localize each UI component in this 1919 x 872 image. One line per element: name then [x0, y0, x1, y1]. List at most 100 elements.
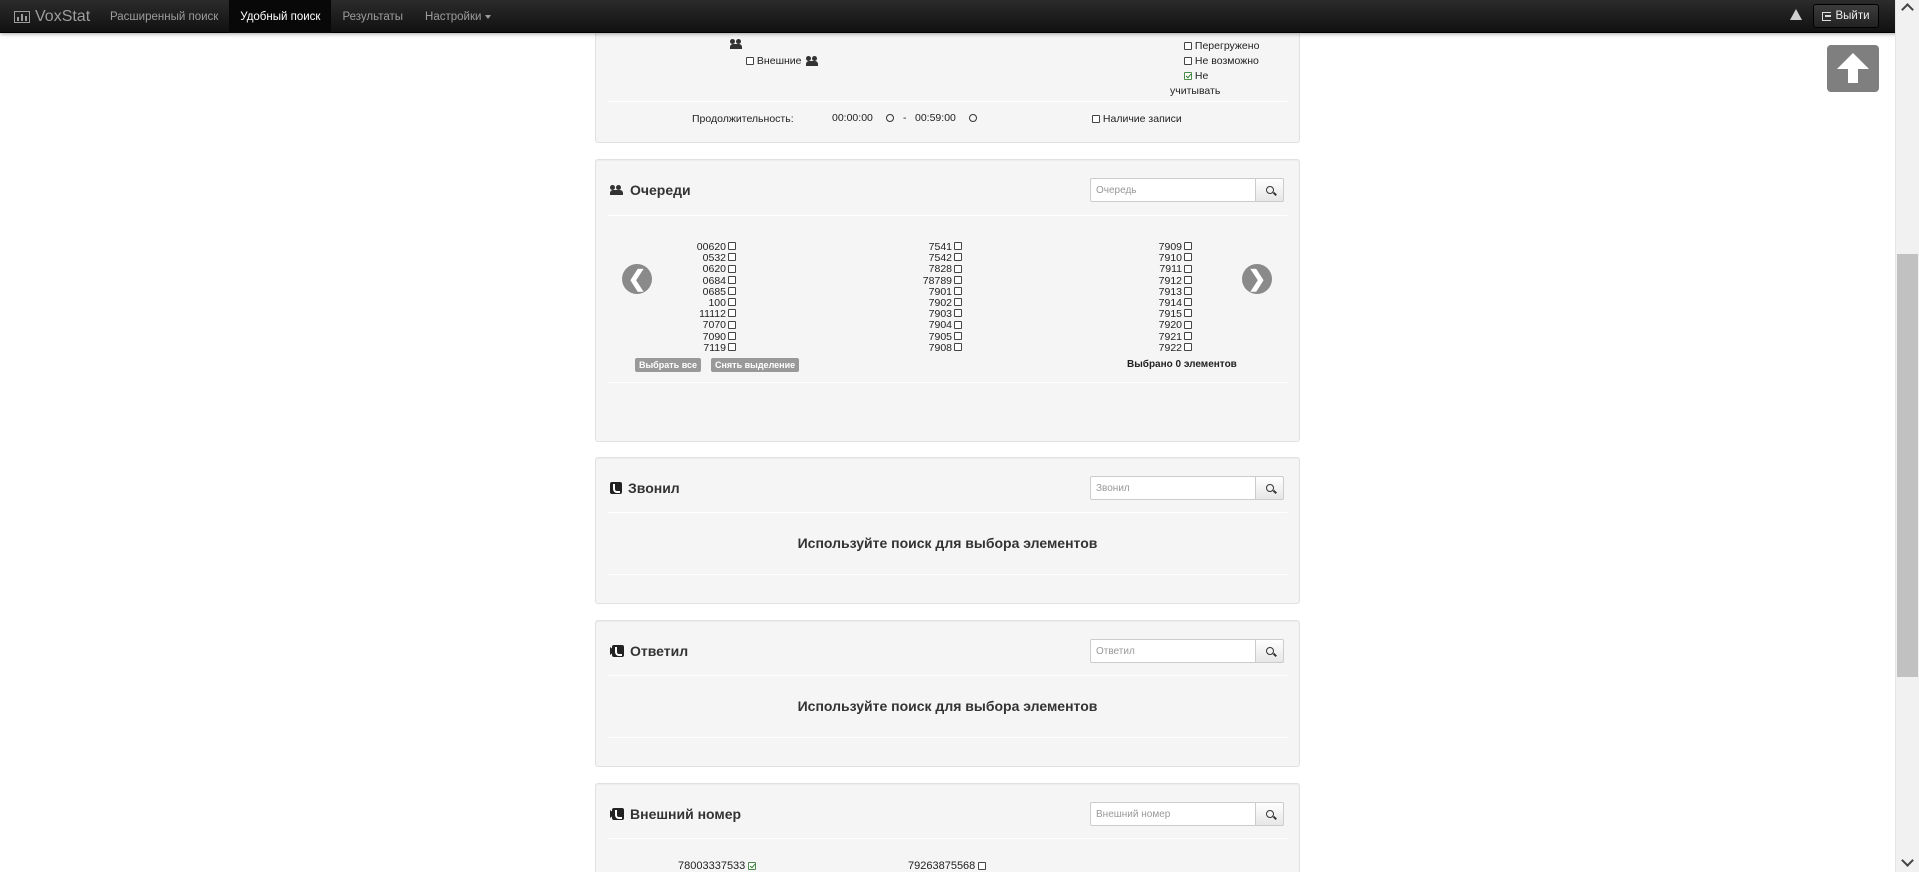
queue-checkbox[interactable]: [1184, 287, 1192, 296]
answered-search-input[interactable]: [1090, 639, 1256, 663]
external-number-search-button[interactable]: [1256, 802, 1284, 826]
queue-checkbox[interactable]: [728, 298, 736, 307]
arrow-up-shaft: [1848, 68, 1858, 83]
queue-item[interactable]: 7922: [1136, 341, 1192, 354]
overloaded-checkbox[interactable]: [1184, 42, 1192, 51]
nav-easy-search[interactable]: Удобный поиск: [229, 0, 332, 33]
queue-item-label: 0620: [702, 263, 726, 276]
queue-search-button[interactable]: [1256, 178, 1284, 202]
external-number-item[interactable]: 79263875568: [908, 860, 987, 872]
queue-checkbox[interactable]: [954, 320, 962, 329]
status-option-label: Не возможно: [1194, 55, 1259, 67]
top-navbar: VoxStat Расширенный поиск Удобный поиск …: [0, 0, 1919, 33]
queue-checkbox[interactable]: [954, 331, 962, 340]
queue-checkbox[interactable]: [954, 287, 962, 296]
divider: [608, 512, 1287, 513]
queue-checkbox[interactable]: [954, 264, 962, 273]
queue-item-label: 7541: [928, 241, 952, 253]
clock-icon[interactable]: [886, 114, 894, 122]
answered-title: Ответил: [610, 643, 688, 659]
back-to-top-button[interactable]: [1827, 45, 1879, 92]
queue-item[interactable]: 7908: [902, 341, 962, 354]
impossible-checkbox[interactable]: [1184, 57, 1192, 66]
bar-chart-icon: [14, 10, 30, 23]
nav-results[interactable]: Результаты: [331, 0, 414, 33]
ignore-checkbox[interactable]: [1184, 72, 1192, 81]
nav-settings-dropdown[interactable]: Настройки: [414, 0, 502, 33]
queue-checkbox[interactable]: [1184, 298, 1192, 307]
queue-item-label: 7909: [1158, 241, 1182, 253]
queues-title: Очереди: [610, 182, 691, 198]
status-option[interactable]: Не возможно: [1184, 55, 1259, 67]
queue-item-label: 7910: [1158, 252, 1182, 265]
queue-item-label: 7908: [928, 341, 952, 354]
status-option[interactable]: Не: [1184, 70, 1208, 82]
external-number-item[interactable]: 78003337533: [678, 860, 757, 872]
scroll-up-arrow-icon[interactable]: [1901, 3, 1914, 16]
queue-checkbox[interactable]: [1184, 275, 1192, 284]
queue-item-label: 7119: [703, 341, 726, 354]
logout-button[interactable]: Выйти: [1813, 4, 1879, 28]
queue-checkbox[interactable]: [728, 264, 736, 273]
status-option-label: Перегружено: [1194, 40, 1260, 52]
queue-checkbox[interactable]: [954, 309, 962, 318]
queue-checkbox[interactable]: [954, 298, 962, 307]
external-number-checkbox[interactable]: [978, 862, 987, 871]
select-all-button[interactable]: Выбрать все: [635, 358, 702, 372]
queue-checkbox[interactable]: [728, 343, 736, 352]
duration-from-input[interactable]: 00:00:00: [832, 112, 873, 124]
scroll-thumb[interactable]: [1897, 254, 1918, 677]
carousel-next-button[interactable]: ❯: [1242, 264, 1272, 294]
queue-checkbox[interactable]: [1184, 309, 1192, 318]
queue-checkbox[interactable]: [1184, 331, 1192, 340]
status-option[interactable]: Перегружено: [1184, 40, 1259, 52]
queue-item[interactable]: 7119: [684, 341, 736, 354]
page-scrollbar[interactable]: [1895, 0, 1919, 872]
queue-checkbox[interactable]: [1184, 320, 1192, 329]
deselect-all-button[interactable]: Снять выделение: [711, 358, 800, 372]
external-number-checkbox[interactable]: [748, 862, 757, 871]
queue-checkbox[interactable]: [728, 331, 736, 340]
external-number-search-input[interactable]: [1090, 802, 1256, 826]
caller-title: Звонил: [610, 480, 680, 496]
external-checkbox[interactable]: [746, 57, 754, 66]
queue-checkbox[interactable]: [728, 309, 736, 318]
clock-icon[interactable]: [969, 114, 977, 122]
queue-checkbox[interactable]: [728, 320, 736, 329]
queue-item-label: 7914: [1158, 297, 1182, 310]
incoming-call-icon: [610, 645, 624, 657]
queue-checkbox[interactable]: [728, 242, 736, 251]
scroll-down-arrow-icon[interactable]: [1901, 854, 1914, 867]
queue-checkbox[interactable]: [728, 275, 736, 284]
queue-checkbox[interactable]: [954, 275, 962, 284]
queue-checkbox[interactable]: [954, 253, 962, 262]
has-record-checkbox[interactable]: [1092, 115, 1100, 124]
nav-advanced-search[interactable]: Расширенный поиск: [99, 0, 229, 33]
caller-search-button[interactable]: [1256, 476, 1284, 500]
queue-search-input[interactable]: [1090, 178, 1256, 202]
queue-checkbox[interactable]: [1184, 253, 1192, 262]
brand-link[interactable]: VoxStat: [14, 0, 90, 33]
queue-checkbox[interactable]: [728, 287, 736, 296]
carousel-prev-button[interactable]: ❮: [622, 264, 652, 294]
queue-checkbox[interactable]: [1184, 264, 1192, 273]
external-number-panel: Внешний номер 78003337533 79263875568: [595, 783, 1300, 872]
caller-search-input[interactable]: [1090, 476, 1256, 500]
queue-item-label: 100: [708, 297, 726, 310]
queue-checkbox[interactable]: [954, 242, 962, 251]
queue-item-label: 00620: [696, 241, 726, 253]
queue-checkbox[interactable]: [1184, 343, 1192, 352]
answered-search: [1090, 639, 1284, 663]
queue-checkbox[interactable]: [728, 253, 736, 262]
queue-item-label: 7920: [1158, 319, 1182, 332]
answered-search-button[interactable]: [1256, 639, 1284, 663]
nav-label: Удобный поиск: [240, 10, 321, 23]
warning-icon[interactable]: [1790, 9, 1802, 20]
queue-checkbox[interactable]: [954, 343, 962, 352]
has-record-filter[interactable]: Наличие записи: [1092, 113, 1182, 125]
external-filter[interactable]: Внешние: [746, 55, 819, 67]
queue-checkbox[interactable]: [1184, 242, 1192, 251]
queue-item-label: 7828: [928, 263, 952, 276]
queue-item-label: 7922: [1158, 341, 1182, 354]
duration-to-input[interactable]: 00:59:00: [915, 112, 956, 124]
